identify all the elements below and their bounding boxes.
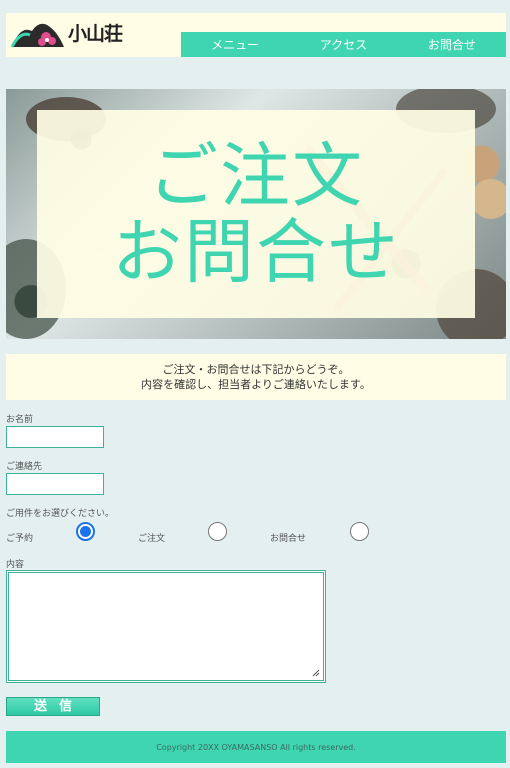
mountain-logo-icon [10,23,64,48]
intro-line1: ご注文・お問合せは下記からどうぞ。 [162,363,350,376]
option-reservation-radio[interactable] [76,522,95,541]
intro-box: ご注文・お問合せは下記からどうぞ。 内容を確認し、担当者よりご連絡いたします。 [6,354,506,400]
contact-label: ご連絡先 [6,462,43,472]
intro-line2: 内容を確認し、担当者よりご連絡いたします。 [141,378,371,391]
logo-text: 小山荘 [68,23,123,45]
nav-access[interactable]: アクセス [289,32,397,57]
name-label: お名前 [6,415,34,425]
logo[interactable]: 小山荘 [10,17,150,53]
header: 小山荘 メニュー アクセス お問合せ [6,13,506,57]
content-label: 内容 [6,560,25,570]
option-reservation-label: ご予約 [6,534,34,544]
option-inquiry-radio[interactable] [350,522,369,541]
option-inquiry-label: お問合せ [270,534,307,544]
resize-handle-icon[interactable] [312,669,320,677]
hero-title-panel: ご注文 お問合せ [37,110,475,318]
hero-title-line1: ご注文 [148,135,364,217]
submit-button[interactable]: 送信 [6,697,100,716]
nav-menu[interactable]: メニュー [181,32,289,57]
option-order-radio[interactable] [208,522,227,541]
nav-bar: メニュー アクセス お問合せ [181,32,506,57]
contact-input[interactable] [6,473,104,495]
hero-title-line2: お問合せ [112,211,400,293]
purpose-label: ご用件をお選びください。 [6,509,115,519]
hero-banner: ご注文 お問合せ [6,89,506,339]
option-order-label: ご注文 [138,534,166,544]
name-input[interactable] [6,426,104,448]
content-textarea[interactable] [6,570,326,683]
copyright-text: Copyright 20XX OYAMASANSO All rights res… [156,742,356,752]
footer: Copyright 20XX OYAMASANSO All rights res… [6,731,506,763]
nav-contact[interactable]: お問合せ [398,32,506,57]
